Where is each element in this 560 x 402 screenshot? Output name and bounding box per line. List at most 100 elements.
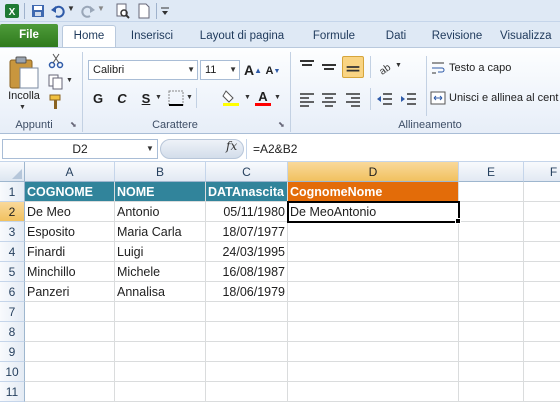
insert-function-button[interactable]: fx xyxy=(226,139,237,153)
cell-a3[interactable]: Esposito xyxy=(25,222,115,242)
row-header-6[interactable]: 6 xyxy=(0,282,25,302)
cell-a4[interactable]: Finardi xyxy=(25,242,115,262)
font-name-combo[interactable]: Calibri ▼ xyxy=(88,60,198,80)
cell-d1[interactable]: CognomeNome xyxy=(288,182,459,202)
name-box[interactable]: D2 xyxy=(2,139,158,159)
column-header-d[interactable]: D xyxy=(288,162,459,182)
cell-c6[interactable]: 18/06/1979 xyxy=(206,282,288,302)
cell-c3[interactable]: 18/07/1977 xyxy=(206,222,288,242)
cell-d4[interactable] xyxy=(288,242,459,262)
cell-d7[interactable] xyxy=(288,302,459,322)
cell-a1[interactable]: COGNOME xyxy=(25,182,115,202)
tab-file[interactable]: File xyxy=(0,24,58,47)
cell-b9[interactable] xyxy=(115,342,206,362)
orientation-icon[interactable]: ab xyxy=(376,58,394,76)
underline-dropdown-icon[interactable]: ▼ xyxy=(155,94,162,101)
cell-e9[interactable] xyxy=(459,342,524,362)
cell-b11[interactable] xyxy=(115,382,206,402)
column-header-c[interactable]: C xyxy=(206,162,288,182)
cell-a6[interactable]: Panzeri xyxy=(25,282,115,302)
column-header-b[interactable]: B xyxy=(115,162,206,182)
font-name-dropdown-icon[interactable]: ▼ xyxy=(187,61,195,79)
cell-d6[interactable] xyxy=(288,282,459,302)
cell-b5[interactable]: Michele xyxy=(115,262,206,282)
font-color-icon[interactable]: A xyxy=(254,88,272,106)
cell-b1[interactable]: NOME xyxy=(115,182,206,202)
fill-handle[interactable] xyxy=(455,218,461,224)
column-header-a[interactable]: A xyxy=(25,162,115,182)
name-box-dropdown-icon[interactable]: ▼ xyxy=(146,144,154,153)
cell-d9[interactable] xyxy=(288,342,459,362)
save-icon[interactable] xyxy=(30,3,46,19)
paste-icon[interactable] xyxy=(6,54,40,90)
cell-a2[interactable]: De Meo xyxy=(25,202,115,222)
copy-dropdown-icon[interactable]: ▼ xyxy=(66,77,73,84)
merge-center-button[interactable]: Unisci e allinea al cent xyxy=(449,92,560,104)
cell-b8[interactable] xyxy=(115,322,206,342)
redo-icon[interactable] xyxy=(80,3,96,19)
row-header-5[interactable]: 5 xyxy=(0,262,25,282)
cell-e1[interactable] xyxy=(459,182,524,202)
cell-d2[interactable]: De MeoAntonio xyxy=(287,201,460,223)
fill-color-icon[interactable] xyxy=(222,88,240,106)
increase-indent-icon[interactable] xyxy=(400,90,418,108)
tab-data[interactable]: Dati xyxy=(376,26,416,47)
cell-e8[interactable] xyxy=(459,322,524,342)
cell-c2[interactable]: 05/11/1980 xyxy=(206,202,288,222)
cell-d5[interactable] xyxy=(288,262,459,282)
shrink-font-icon[interactable]: A ▼ xyxy=(264,62,282,80)
new-file-icon[interactable] xyxy=(136,3,152,19)
align-middle-icon[interactable] xyxy=(320,58,338,76)
cell-a9[interactable] xyxy=(25,342,115,362)
cell-c11[interactable] xyxy=(206,382,288,402)
paste-dropdown-icon[interactable]: ▼ xyxy=(19,104,26,111)
tab-review[interactable]: Revisione xyxy=(424,26,490,47)
cell-e5[interactable] xyxy=(459,262,524,282)
cell-a7[interactable] xyxy=(25,302,115,322)
cell-b2[interactable]: Antonio xyxy=(115,202,206,222)
cell-e11[interactable] xyxy=(459,382,524,402)
cut-icon[interactable] xyxy=(48,53,64,69)
row-header-3[interactable]: 3 xyxy=(0,222,25,242)
font-size-dropdown-icon[interactable]: ▼ xyxy=(229,61,237,79)
print-preview-icon[interactable] xyxy=(114,3,130,19)
cell-f1[interactable] xyxy=(524,182,560,202)
align-top-icon[interactable] xyxy=(298,58,316,76)
excel-logo-icon[interactable]: X xyxy=(4,3,20,19)
underline-button[interactable]: S xyxy=(138,90,154,106)
cell-d8[interactable] xyxy=(288,322,459,342)
font-size-combo[interactable]: 11 ▼ xyxy=(200,60,240,80)
paste-button[interactable]: Incolla xyxy=(4,90,44,102)
cell-f3[interactable] xyxy=(524,222,560,242)
tab-formulas[interactable]: Formule xyxy=(304,26,364,47)
cell-f10[interactable] xyxy=(524,362,560,382)
row-header-10[interactable]: 10 xyxy=(0,362,25,382)
row-header-8[interactable]: 8 xyxy=(0,322,25,342)
cell-f11[interactable] xyxy=(524,382,560,402)
align-bottom-icon[interactable] xyxy=(342,56,364,78)
fill-color-dropdown-icon[interactable]: ▼ xyxy=(244,94,251,101)
tab-home[interactable]: Home xyxy=(62,25,116,47)
cell-f8[interactable] xyxy=(524,322,560,342)
cell-d11[interactable] xyxy=(288,382,459,402)
cell-e10[interactable] xyxy=(459,362,524,382)
tab-page-layout[interactable]: Layout di pagina xyxy=(192,26,292,47)
borders-dropdown-icon[interactable]: ▼ xyxy=(186,94,193,101)
cell-c1[interactable]: DATAnascita xyxy=(206,182,288,202)
customize-icon[interactable] xyxy=(160,3,170,19)
bold-button[interactable]: G xyxy=(90,90,106,106)
formula-input[interactable]: =A2&B2 xyxy=(246,139,560,159)
undo-icon[interactable] xyxy=(50,3,66,19)
cell-a11[interactable] xyxy=(25,382,115,402)
wrap-text-icon[interactable] xyxy=(430,60,446,76)
cell-c8[interactable] xyxy=(206,322,288,342)
clipboard-launcher-icon[interactable]: ⬊ xyxy=(70,120,77,129)
cell-e7[interactable] xyxy=(459,302,524,322)
row-header-9[interactable]: 9 xyxy=(0,342,25,362)
cell-a8[interactable] xyxy=(25,322,115,342)
orientation-dropdown-icon[interactable]: ▼ xyxy=(395,62,402,69)
cell-b4[interactable]: Luigi xyxy=(115,242,206,262)
cell-a5[interactable]: Minchillo xyxy=(25,262,115,282)
cell-c10[interactable] xyxy=(206,362,288,382)
row-header-1[interactable]: 1 xyxy=(0,182,25,202)
